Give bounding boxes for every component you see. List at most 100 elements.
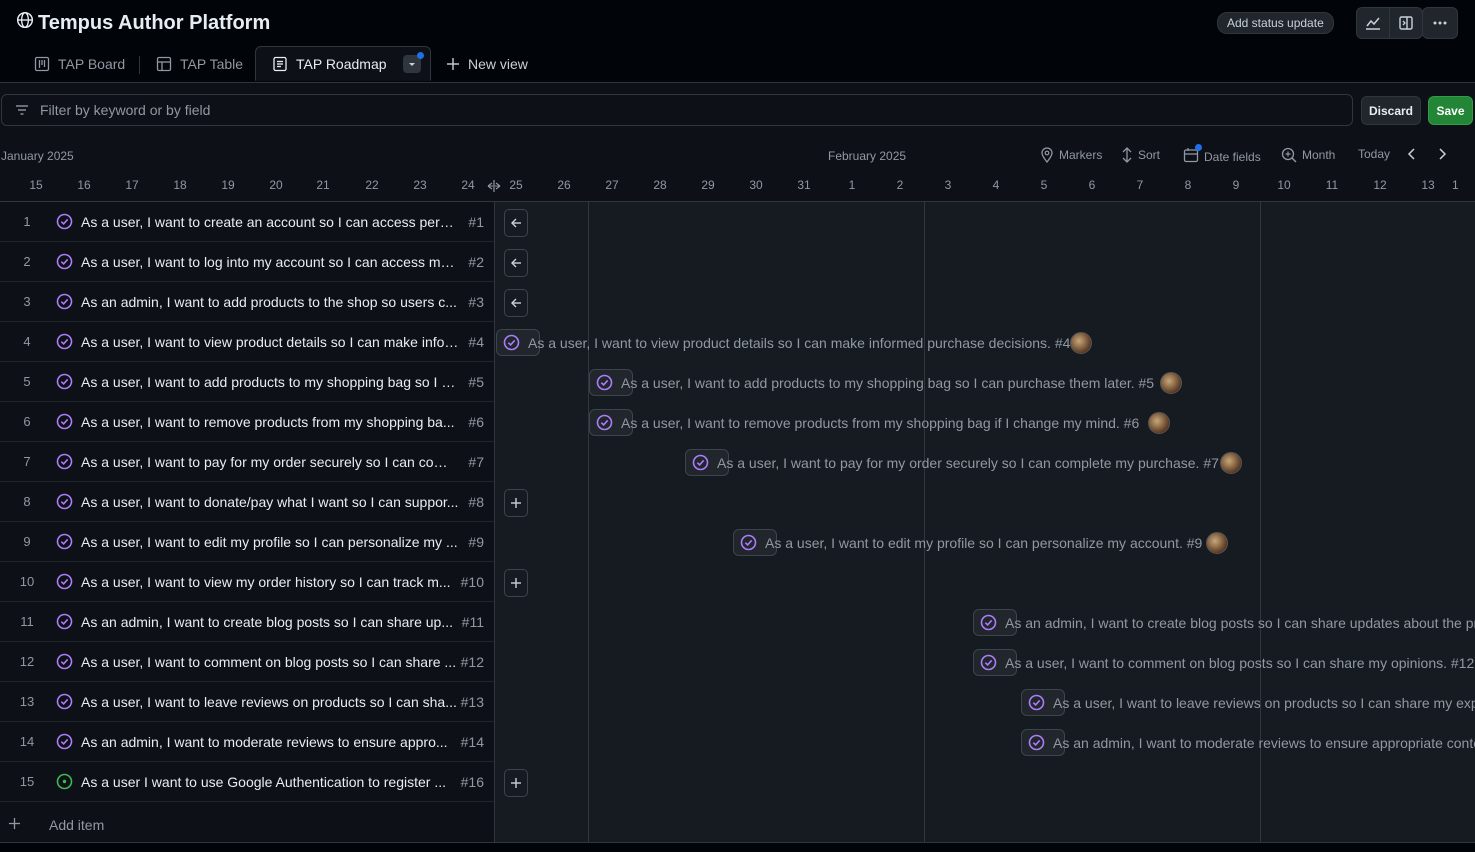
plus-icon xyxy=(447,58,459,70)
markers-button[interactable]: Markers xyxy=(1040,147,1102,163)
plus-icon xyxy=(511,498,521,508)
day-label: 31 xyxy=(797,178,811,192)
table-row[interactable]: 4 As a user, I want to view product deta… xyxy=(0,322,494,362)
add-dates-button[interactable] xyxy=(504,769,528,797)
row-number: 6 xyxy=(23,414,31,429)
item-title[interactable]: As a user, I want to view my order histo… xyxy=(81,574,459,590)
table-row[interactable]: 2 As a user, I want to log into my accou… xyxy=(0,242,494,282)
tab-options-button[interactable] xyxy=(402,51,424,73)
discard-button[interactable]: Discard xyxy=(1361,96,1421,125)
assignee-avatar[interactable] xyxy=(1220,451,1242,474)
scroll-to-item-button[interactable] xyxy=(504,249,528,277)
roadmap-item-bar[interactable]: As a user, I want to edit my profile so … xyxy=(733,529,1475,556)
item-bar-label: As a user, I want to edit my profile so … xyxy=(765,534,1203,551)
item-title[interactable]: As a user, I want to donate/pay what I w… xyxy=(81,494,459,510)
issue-closed-icon xyxy=(980,614,997,631)
assignee-avatar[interactable] xyxy=(1160,371,1182,394)
item-title[interactable]: As a user, I want to pay for my order se… xyxy=(81,454,459,470)
roadmap-item-bar[interactable]: As a user, I want to view product detail… xyxy=(496,329,1475,356)
zoom-in-icon xyxy=(1281,147,1297,163)
roadmap-item-bar[interactable]: As an admin, I want to create blog posts… xyxy=(973,609,1475,636)
day-label: 2 xyxy=(896,178,904,192)
day-label: 17 xyxy=(125,178,139,192)
today-button[interactable]: Today xyxy=(1358,147,1390,161)
sort-button[interactable]: Sort xyxy=(1121,147,1160,163)
item-title[interactable]: As a user, I want to leave reviews on pr… xyxy=(81,694,459,710)
roadmap-item-bar[interactable]: As a user, I want to comment on blog pos… xyxy=(973,649,1475,676)
tab-tap-board[interactable]: TAP Board xyxy=(34,46,125,82)
item-title[interactable]: As a user, I want to comment on blog pos… xyxy=(81,654,459,670)
day-label: 20 xyxy=(269,178,283,192)
item-title[interactable]: As a user, I want to remove products fro… xyxy=(81,414,459,430)
table-row[interactable]: 14 As an admin, I want to moderate revie… xyxy=(0,722,494,762)
roadmap-item-bar[interactable]: As an admin, I want to moderate reviews … xyxy=(1021,729,1475,756)
table-row[interactable]: 11 As an admin, I want to create blog po… xyxy=(0,602,494,642)
arrow-left-icon xyxy=(511,218,521,228)
scroll-to-item-button[interactable] xyxy=(504,209,528,237)
issue-number: #2 xyxy=(468,254,484,270)
roadmap-item-bar[interactable]: As a user, I want to remove products fro… xyxy=(589,409,1475,436)
item-title[interactable]: As an admin, I want to create blog posts… xyxy=(81,614,459,630)
tab-tap-roadmap[interactable]: TAP Roadmap xyxy=(255,46,431,81)
table-row[interactable]: 10 As a user, I want to view my order hi… xyxy=(0,562,494,602)
issue-number: #11 xyxy=(461,614,484,630)
save-button[interactable]: Save xyxy=(1428,96,1473,125)
date-fields-button[interactable]: Date fields xyxy=(1183,144,1261,166)
add-dates-button[interactable] xyxy=(504,489,528,517)
row-number: 15 xyxy=(19,774,35,789)
item-title[interactable]: As a user, I want to add products to my … xyxy=(81,374,459,390)
item-title[interactable]: As a user I want to use Google Authentic… xyxy=(81,774,459,790)
table-row[interactable]: 5 As a user, I want to add products to m… xyxy=(0,362,494,402)
issue-number: #14 xyxy=(460,734,484,750)
table-row[interactable]: 7 As a user, I want to pay for my order … xyxy=(0,442,494,482)
issue-closed-icon xyxy=(56,413,73,430)
item-bar-label: As an admin, I want to moderate reviews … xyxy=(1053,734,1475,751)
item-title[interactable]: As a user, I want to view product detail… xyxy=(81,334,459,350)
issue-closed-icon xyxy=(56,453,73,470)
tab-tap-table[interactable]: TAP Table xyxy=(156,46,243,82)
filter-bar[interactable] xyxy=(1,94,1353,126)
tool-label: Today xyxy=(1358,147,1391,161)
assignee-avatar[interactable] xyxy=(1148,411,1170,434)
assignee-avatar[interactable] xyxy=(1070,331,1092,354)
item-title[interactable]: As an admin, I want to moderate reviews … xyxy=(81,734,459,750)
roadmap-item-bar[interactable]: As a user, I want to leave reviews on pr… xyxy=(1021,689,1475,716)
table-row[interactable]: 12 As a user, I want to comment on blog … xyxy=(0,642,494,682)
more-options-button[interactable] xyxy=(1422,7,1458,39)
add-status-update-button[interactable]: Add status update xyxy=(1217,12,1334,34)
table-row[interactable]: 3 As an admin, I want to add products to… xyxy=(0,282,494,322)
day-header: 15 16 17 18 19 20 21 22 23 24 25 26 27 2… xyxy=(0,171,1475,202)
next-button[interactable] xyxy=(1436,147,1448,161)
table-row[interactable]: 8 As a user, I want to donate/pay what I… xyxy=(0,482,494,522)
row-number: 7 xyxy=(23,454,31,469)
item-title[interactable]: As a user, I want to edit my profile so … xyxy=(81,534,459,550)
assignee-avatar[interactable] xyxy=(1206,531,1228,554)
table-row[interactable]: 13 As a user, I want to leave reviews on… xyxy=(0,682,494,722)
table-row[interactable]: 9 As a user, I want to edit my profile s… xyxy=(0,522,494,562)
item-title[interactable]: As a user, I want to log into my account… xyxy=(81,254,459,270)
issue-number: #9 xyxy=(468,534,484,550)
roadmap-item-bar[interactable]: As a user, I want to pay for my order se… xyxy=(685,449,1475,476)
filter-input[interactable] xyxy=(38,101,1322,119)
issue-closed-icon xyxy=(56,213,73,230)
item-title[interactable]: As an admin, I want to add products to t… xyxy=(81,294,459,310)
scroll-to-item-button[interactable] xyxy=(504,289,528,317)
insights-button[interactable] xyxy=(1357,8,1389,38)
day-label: 12 xyxy=(1373,178,1387,192)
roadmap-item-bar[interactable]: As a user, I want to add products to my … xyxy=(589,369,1475,396)
table-row[interactable]: 1 As a user, I want to create an account… xyxy=(0,202,494,242)
table-row[interactable]: 15 As a user I want to use Google Authen… xyxy=(0,762,494,802)
sidepanel-button[interactable] xyxy=(1389,8,1422,38)
new-view-button[interactable]: New view xyxy=(446,46,528,82)
row-number: 11 xyxy=(20,614,34,629)
globe-icon xyxy=(16,11,34,35)
day-label: 30 xyxy=(749,178,763,192)
add-dates-button[interactable] xyxy=(504,569,528,597)
item-title[interactable]: As a user, I want to create an account s… xyxy=(81,214,459,230)
table-row[interactable]: 6 As a user, I want to remove products f… xyxy=(0,402,494,442)
week-gridline xyxy=(588,202,589,842)
previous-button[interactable] xyxy=(1406,147,1418,161)
add-item-button[interactable]: Add item xyxy=(0,804,494,840)
graph-icon xyxy=(1366,17,1380,30)
zoom-month-button[interactable]: Month xyxy=(1281,147,1335,163)
